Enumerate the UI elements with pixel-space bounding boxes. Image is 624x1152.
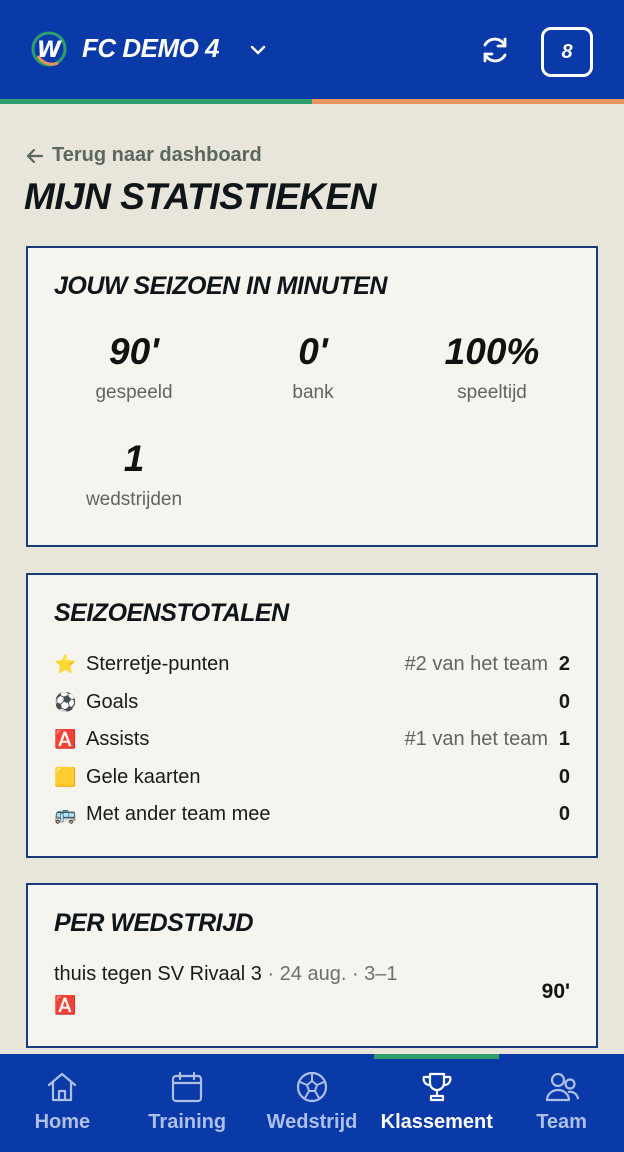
match-meta: · 24 aug. · 3–1 [261, 963, 398, 985]
ball-icon [296, 1071, 328, 1103]
totals-row-yellow-cards: 🟨 Gele kaarten 0 [54, 762, 570, 792]
chevron-down-icon[interactable] [248, 40, 268, 60]
card-title: JOUW SEIZOEN IN MINUTEN [54, 272, 387, 300]
calendar-icon [172, 1071, 203, 1103]
row-label: Sterretje-punten [86, 652, 230, 675]
row-value: 1 [558, 727, 570, 750]
stat-bench: 0' bank [223, 330, 403, 404]
assist-a-icon: 🅰️ [54, 728, 77, 749]
nav-item-training[interactable]: Training [125, 1054, 250, 1152]
app-header: W FC DEMO 4 8 [0, 0, 624, 104]
page-title: MIJN STATISTIEKEN [24, 176, 376, 217]
arrow-left-icon [26, 148, 44, 163]
bus-icon: 🚌 [54, 803, 77, 824]
stat-label: gespeeld [95, 382, 173, 403]
card-title: SEIZOENSTOTALEN [54, 599, 289, 627]
header-stripe [0, 99, 624, 104]
club-logo-icon[interactable]: W [30, 30, 68, 68]
trophy-icon [422, 1072, 452, 1102]
match-item[interactable]: thuis tegen SV Rivaal 3 · 24 aug. · 3–1 [54, 963, 398, 986]
season-totals-card: SEIZOENSTOTALEN ⭐ Sterretje-punten #2 va… [26, 573, 598, 858]
nav-label: Training [148, 1111, 227, 1133]
nav-label: Home [34, 1111, 91, 1133]
totals-row-other-team: 🚌 Met ander team mee 0 [54, 799, 570, 829]
stat-label: wedstrijden [85, 489, 183, 510]
svg-text:W: W [37, 38, 63, 63]
team-name[interactable]: FC DEMO 4 [82, 33, 220, 64]
bottom-nav: Home Training Wedstrijd Klassement Team [0, 1054, 624, 1152]
row-value: 0 [558, 690, 570, 713]
yellow-card-icon: 🟨 [54, 766, 77, 787]
card-title: PER WEDSTRIJD [54, 909, 254, 937]
nav-item-home[interactable]: Home [0, 1054, 125, 1152]
people-icon [545, 1072, 579, 1102]
stat-label: bank [292, 382, 334, 403]
refresh-icon[interactable] [477, 32, 513, 68]
row-label: Met ander team mee [86, 802, 271, 825]
row-value: 2 [558, 652, 570, 675]
back-label: Terug naar dashboard [52, 144, 262, 166]
nav-item-wedstrijd[interactable]: Wedstrijd [250, 1054, 375, 1152]
row-value: 0 [558, 765, 570, 788]
stat-playtime: 100% speeltijd [402, 330, 582, 404]
stat-value: 90' [109, 331, 159, 372]
home-icon [48, 1072, 77, 1102]
totals-row-goals: ⚽ Goals 0 [54, 687, 570, 717]
match-opponent: thuis tegen SV Rivaal 3 [54, 963, 262, 985]
notification-badge[interactable]: 8 [541, 27, 593, 77]
stat-value: 1 [123, 438, 145, 479]
season-minutes-card: JOUW SEIZOEN IN MINUTEN 90' gespeeld 0' … [26, 246, 598, 547]
nav-label: Wedstrijd [266, 1111, 358, 1133]
nav-item-team[interactable]: Team [499, 1054, 624, 1152]
row-label: Goals [86, 690, 139, 713]
nav-label: Klassement [380, 1111, 493, 1133]
row-label: Assists [86, 727, 150, 750]
stat-label: speeltijd [457, 382, 527, 403]
stat-value: 100% [444, 331, 540, 372]
star-icon: ⭐ [54, 653, 77, 674]
row-value: 0 [558, 802, 570, 825]
per-match-card: PER WEDSTRIJD thuis tegen SV Rivaal 3 · … [26, 883, 598, 1048]
stat-played: 90' gespeeld [44, 330, 224, 404]
soccer-ball-icon: ⚽ [54, 691, 77, 712]
stat-value: 0' [298, 331, 328, 372]
stat-matches: 1 wedstrijden [44, 437, 224, 511]
row-label: Gele kaarten [86, 765, 201, 788]
totals-row-stars: ⭐ Sterretje-punten #2 van het team 2 [54, 649, 570, 679]
row-rank: #2 van het team [404, 652, 548, 675]
back-to-dashboard-link[interactable]: Terug naar dashboard [26, 144, 262, 167]
row-rank: #1 van het team [404, 727, 548, 750]
nav-item-klassement[interactable]: Klassement [374, 1054, 499, 1152]
totals-row-assists: 🅰️ Assists #1 van het team 1 [54, 724, 570, 754]
assist-a-icon: 🅰️ [54, 995, 77, 1015]
match-minutes: 90' [541, 980, 570, 1003]
nav-label: Team [536, 1111, 587, 1133]
